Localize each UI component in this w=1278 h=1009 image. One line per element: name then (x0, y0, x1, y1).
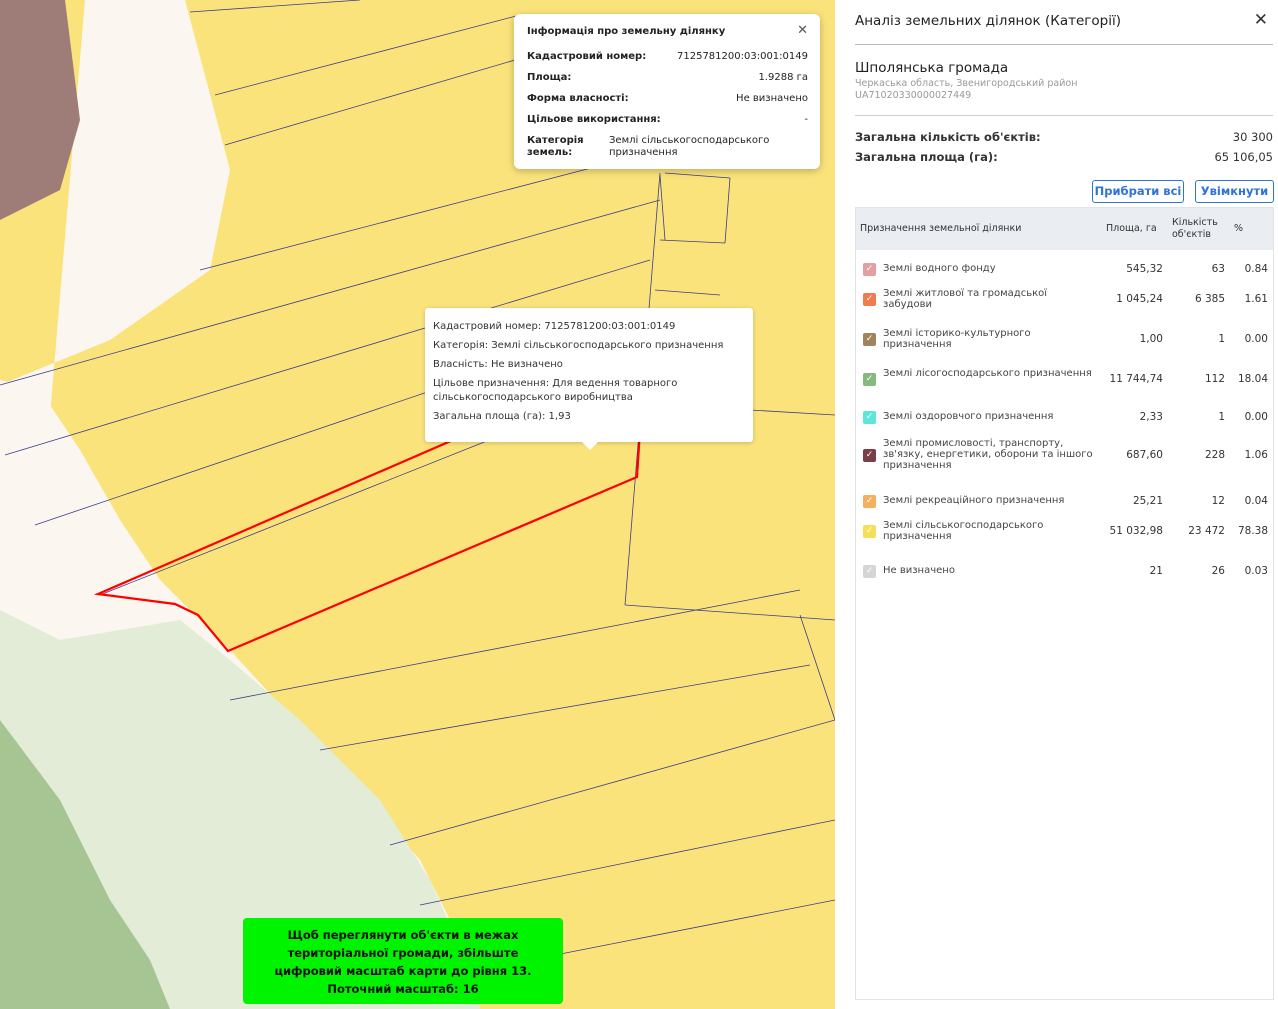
table-row[interactable]: ✓ Землі водного фонду 545,32 63 0.84 (856, 256, 1275, 286)
category-pct: 1.06 (1244, 449, 1268, 461)
parcel-hover-tooltip: Кадастровий номер: 7125781200:03:001:014… (425, 308, 753, 450)
category-count: 63 (1211, 263, 1225, 275)
category-area: 11 744,74 (1109, 373, 1163, 385)
header-purpose: Призначення земельної ділянки (860, 223, 1022, 234)
table-row[interactable]: ✓ Землі оздоровчого призначення 2,33 1 0.00 (856, 404, 1275, 434)
category-count: 12 (1211, 495, 1225, 507)
total-area-row: Загальна площа (га): 65 106,05 (855, 150, 1273, 164)
hromada-region: Черкаська область, Звенигородський район (855, 78, 1078, 89)
category-name: Землі водного фонду (883, 263, 996, 274)
category-checkbox[interactable]: ✓ (863, 495, 876, 508)
category-area: 2,33 (1139, 411, 1163, 423)
categories-table: Призначення земельної ділянки Площа, га … (855, 207, 1274, 1000)
category-checkbox[interactable]: ✓ (863, 293, 876, 306)
header-count-2: об'єктів (1172, 229, 1212, 240)
hromada-name: Шполянська громада (855, 60, 1009, 76)
map-canvas[interactable]: Інформація про земельну ділянку ✕ Кадаст… (0, 0, 835, 1009)
category-pct: 0.00 (1244, 333, 1268, 345)
category-checkbox[interactable]: ✓ (863, 333, 876, 346)
table-row[interactable]: ✓ Землі житлової та громадської забудови 1… (856, 286, 1275, 316)
category-count: 23 472 (1188, 525, 1225, 537)
category-pct: 1.61 (1244, 293, 1268, 305)
category-name: Землі промисловості, транспорту, зв'язку… (883, 438, 1093, 471)
category-pct: 0.04 (1244, 495, 1268, 507)
category-name: Землі сільськогосподарського призначення (883, 520, 1044, 542)
category-checkbox[interactable]: ✓ (863, 411, 876, 424)
banner-line-4: Поточний масштаб: 16 (327, 982, 479, 996)
banner-line-1: Щоб переглянути об'єкти в межах (287, 928, 519, 942)
total-count-row: Загальна кількість об'єктів: 30 300 (855, 130, 1273, 144)
parcel-info-card: Інформація про земельну ділянку ✕ Кадаст… (514, 14, 820, 169)
category-area: 687,60 (1126, 449, 1163, 461)
tooltip-arrow (582, 442, 598, 450)
category-pct: 0.03 (1244, 565, 1268, 577)
banner-line-3: цифровий масштаб карти до рівня 13. (274, 964, 532, 978)
category-checkbox[interactable]: ✓ (863, 565, 876, 578)
category-count: 1 (1218, 333, 1225, 345)
table-header: Призначення земельної ділянки Площа, га … (856, 208, 1273, 250)
category-count: 1 (1218, 411, 1225, 423)
category-area: 25,21 (1132, 495, 1163, 507)
category-checkbox[interactable]: ✓ (863, 449, 876, 462)
category-name: Землі лісогосподарського призначення (883, 368, 1092, 379)
tooltip-cadastral: Кадастровий номер: 7125781200:03:001:014… (433, 321, 676, 332)
tooltip-category: Категорія: Землі сільськогосподарського … (433, 340, 724, 351)
category-name: Землі рекреаційного призначення (883, 495, 1065, 506)
close-icon[interactable]: ✕ (1254, 10, 1268, 30)
tooltip-purpose: Цільове призначення: Для ведення товарно… (433, 378, 678, 403)
category-count: 112 (1204, 373, 1225, 385)
category-name: Землі оздоровчого призначення (883, 411, 1054, 422)
category-area: 1,00 (1139, 333, 1163, 345)
info-row-cadastral: Кадастровий номер: 7125781200:03:001:014… (527, 51, 808, 62)
category-area: 1 045,24 (1116, 293, 1163, 305)
category-pct: 0.84 (1244, 263, 1268, 275)
enable-button[interactable]: Увімкнути (1195, 180, 1274, 203)
category-count: 228 (1204, 449, 1225, 461)
zoom-level-banner: Щоб переглянути об'єкти в межах територі… (243, 918, 563, 1004)
info-row-ownership: Форма власності: Не визначено (527, 93, 808, 104)
table-row[interactable]: ✓ Землі промисловості, транспорту, зв'язк… (856, 436, 1275, 471)
table-row[interactable]: ✓ Землі сільськогосподарського призначенн… (856, 518, 1275, 548)
category-pct: 78.38 (1237, 525, 1268, 537)
tooltip-ownership: Власність: Не визначено (433, 359, 563, 370)
info-row-category: Категорія земель: Землі сільськогосподар… (527, 135, 770, 158)
info-row-area: Площа: 1.9288 га (527, 72, 808, 83)
category-area: 51 032,98 (1109, 525, 1163, 537)
table-row[interactable]: ✓ Землі лісогосподарського призначення 11 … (856, 366, 1275, 396)
banner-line-2: територіальної громади, збільште (287, 946, 519, 960)
table-row[interactable]: ✓ Землі рекреаційного призначення 25,21 12 0… (856, 488, 1275, 518)
category-count: 6 385 (1194, 293, 1225, 305)
table-row[interactable]: ✓ Не визначено 21 26 0.03 (856, 558, 1275, 588)
divider (855, 115, 1273, 116)
category-checkbox[interactable]: ✓ (863, 525, 876, 538)
panel-title: Аналіз земельних ділянок (Категорії) (855, 13, 1121, 29)
close-icon[interactable]: ✕ (797, 24, 808, 38)
info-row-purpose: Цільове використання: - (527, 114, 808, 125)
header-pct: % (1234, 223, 1244, 234)
remove-all-button[interactable]: Прибрати всі (1092, 180, 1184, 203)
header-area: Площа, га (1106, 223, 1157, 234)
category-area: 21 (1149, 565, 1163, 577)
tooltip-area: Загальна площа (га): 1,93 (433, 411, 571, 422)
category-checkbox[interactable]: ✓ (863, 263, 876, 276)
category-name: Землі історико-культурного призначення (883, 328, 1031, 350)
category-checkbox[interactable]: ✓ (863, 373, 876, 386)
table-row[interactable]: ✓ Землі історико-культурного призначення 1… (856, 326, 1275, 356)
category-name: Не визначено (883, 565, 955, 576)
divider (855, 44, 1273, 45)
category-pct: 0.00 (1244, 411, 1268, 423)
category-count: 26 (1211, 565, 1225, 577)
hromada-code: UA71020330000027449 (855, 90, 972, 101)
info-card-title: Інформація про земельну ділянку (527, 26, 726, 37)
analysis-panel: Аналіз земельних ділянок (Категорії) ✕ Ш… (835, 0, 1278, 1009)
header-count-1: Кількість (1172, 217, 1218, 228)
category-area: 545,32 (1126, 263, 1163, 275)
category-name: Землі житлової та громадської забудови (883, 288, 1048, 310)
category-pct: 18.04 (1237, 373, 1268, 385)
